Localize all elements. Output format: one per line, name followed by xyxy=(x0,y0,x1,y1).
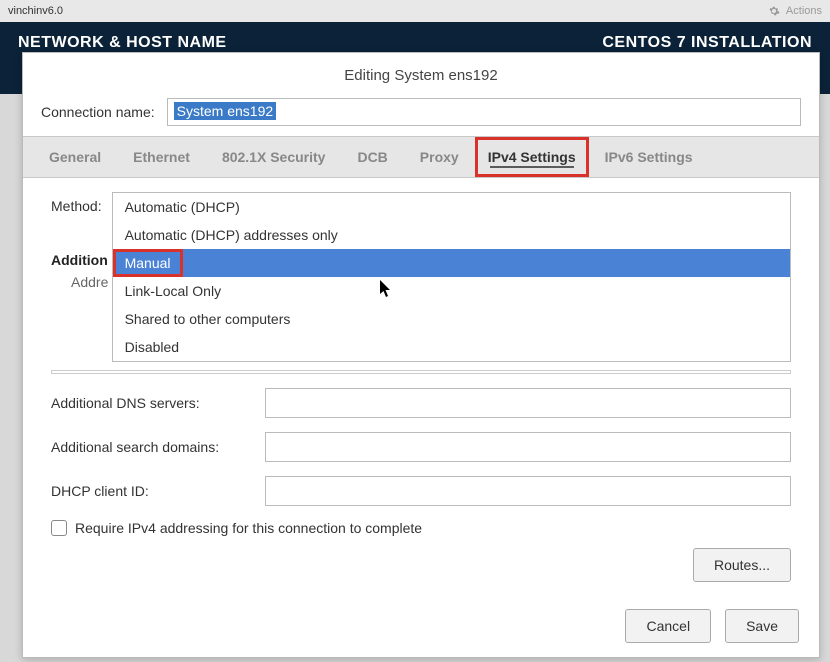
method-dropdown[interactable]: Automatic (DHCP) Automatic (DHCP) addres… xyxy=(112,192,791,362)
require-ipv4-checkbox[interactable] xyxy=(51,520,67,536)
method-option-disabled[interactable]: Disabled xyxy=(113,333,790,361)
method-label: Method: xyxy=(51,192,102,214)
method-option-manual[interactable]: Manual xyxy=(113,249,183,277)
method-option-shared[interactable]: Shared to other computers xyxy=(113,305,790,333)
titlebar-actions[interactable]: Actions xyxy=(768,5,822,17)
ipv4-settings-panel: Method: Automatic (DHCP) Automatic (DHCP… xyxy=(23,178,819,597)
connection-name-input[interactable]: System ens192 xyxy=(167,98,801,126)
save-button[interactable]: Save xyxy=(725,609,799,643)
actions-label: Actions xyxy=(786,5,822,17)
gear-icon xyxy=(768,5,780,17)
cancel-button[interactable]: Cancel xyxy=(625,609,711,643)
search-domains-label: Additional search domains: xyxy=(51,439,265,455)
tab-ipv4-settings[interactable]: IPv4 Settings xyxy=(475,137,589,177)
tab-general[interactable]: General xyxy=(33,137,117,177)
address-column-label-partial: Addre xyxy=(71,274,108,290)
dhcp-client-id-label: DHCP client ID: xyxy=(51,483,265,499)
dns-servers-row: Additional DNS servers: xyxy=(51,388,791,418)
method-row: Method: Automatic (DHCP) Automatic (DHCP… xyxy=(51,192,791,362)
tab-security[interactable]: 802.1X Security xyxy=(206,137,342,177)
edit-connection-dialog: Editing System ens192 Connection name: S… xyxy=(22,52,820,658)
method-option-linklocal[interactable]: Link-Local Only xyxy=(113,277,790,305)
routes-button[interactable]: Routes... xyxy=(693,548,791,582)
window-titlebar: vinchinv6.0 Actions xyxy=(0,0,830,22)
dns-servers-label: Additional DNS servers: xyxy=(51,395,265,411)
installer-title: CENTOS 7 INSTALLATION xyxy=(602,34,812,52)
addresses-table-edge xyxy=(51,370,791,374)
search-domains-row: Additional search domains: xyxy=(51,432,791,462)
connection-name-value: System ens192 xyxy=(174,102,277,120)
tab-ethernet[interactable]: Ethernet xyxy=(117,137,206,177)
dialog-title: Editing System ens192 xyxy=(23,53,819,94)
tab-proxy[interactable]: Proxy xyxy=(404,137,475,177)
tab-bar: General Ethernet 802.1X Security DCB Pro… xyxy=(23,136,819,178)
page-title: NETWORK & HOST NAME xyxy=(18,34,227,52)
connection-name-label: Connection name: xyxy=(41,104,155,120)
window-title: vinchinv6.0 xyxy=(8,5,63,17)
routes-row: Routes... xyxy=(51,548,791,582)
tab-dcb[interactable]: DCB xyxy=(341,137,403,177)
search-domains-input[interactable] xyxy=(265,432,791,462)
dhcp-client-id-input[interactable] xyxy=(265,476,791,506)
dns-servers-input[interactable] xyxy=(265,388,791,418)
method-option-automatic[interactable]: Automatic (DHCP) xyxy=(113,193,790,221)
require-ipv4-label: Require IPv4 addressing for this connect… xyxy=(75,520,422,536)
method-option-manual-row[interactable]: Manual xyxy=(113,249,790,277)
dialog-actions: Cancel Save xyxy=(23,597,819,657)
connection-name-row: Connection name: System ens192 xyxy=(23,94,819,136)
dhcp-client-id-row: DHCP client ID: xyxy=(51,476,791,506)
require-ipv4-row[interactable]: Require IPv4 addressing for this connect… xyxy=(51,520,791,536)
tab-ipv6-settings[interactable]: IPv6 Settings xyxy=(589,137,709,177)
additional-addresses-label-partial: Addition xyxy=(51,252,108,268)
method-option-automatic-addresses[interactable]: Automatic (DHCP) addresses only xyxy=(113,221,790,249)
